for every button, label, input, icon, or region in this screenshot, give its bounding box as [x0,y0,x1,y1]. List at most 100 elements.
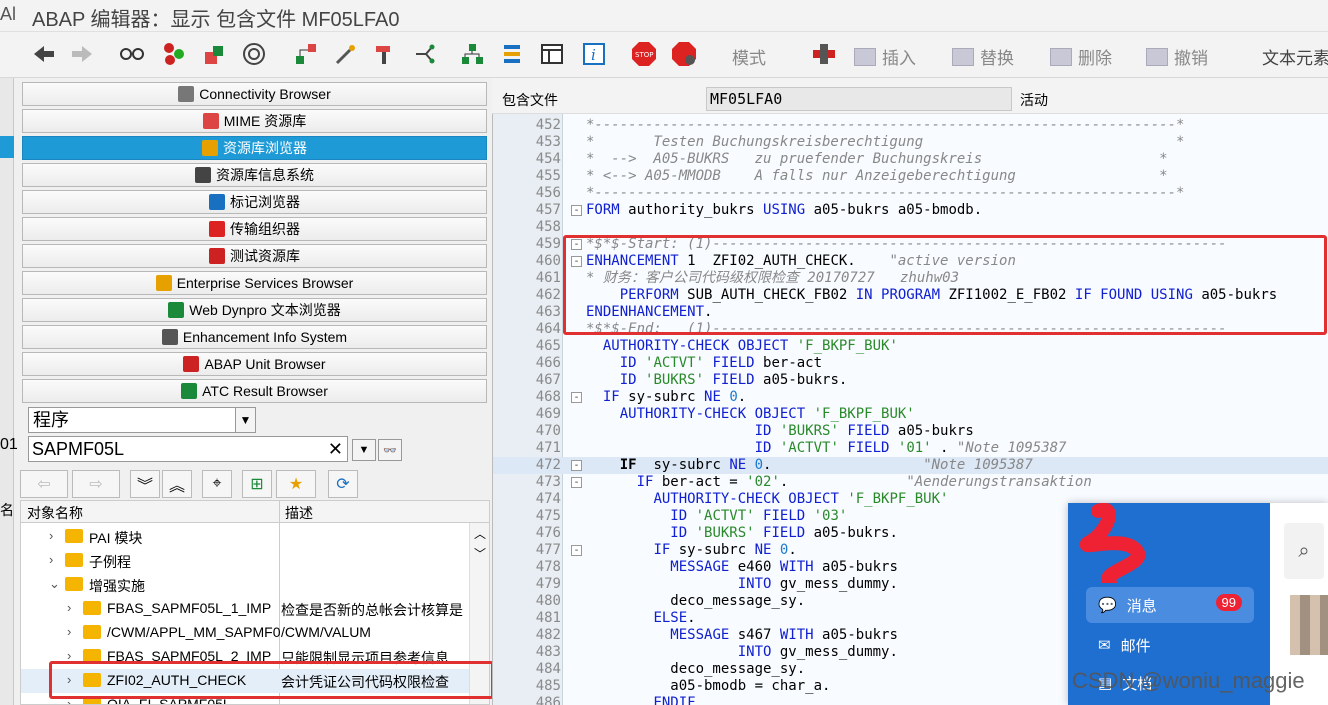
fold-toggle-icon[interactable]: - [571,205,582,216]
magic-wand-icon[interactable] [332,40,360,68]
mode-button[interactable]: 模式 [732,44,766,69]
code-line[interactable]: 465 AUTHORITY-CHECK OBJECT 'F_BKPF_BUK' [493,338,1328,355]
favorites-star-icon[interactable]: ★ [276,470,316,498]
fold-toggle-icon[interactable]: - [571,477,582,488]
glasses-search-icon[interactable]: 👓 [378,439,402,461]
browser-button[interactable]: ATC Result Browser [22,379,487,403]
chevron-down-icon[interactable]: ▼ [235,408,255,432]
stop-icon[interactable]: STOP [630,40,658,68]
tree-row[interactable]: ⌄ 增强实施 [21,573,471,597]
target-icon[interactable] [240,40,268,68]
code-line[interactable]: 466 ID 'ACTVT' FIELD ber-act [493,355,1328,372]
code-line[interactable]: 454 * --> A05-BUKRS zu pruefender Buchung… [493,151,1328,168]
transport-icon[interactable] [200,40,228,68]
tree-row[interactable]: › FBAS_SAPMF05L_1_IMP 检查是否新的总帐会计核算是 [21,597,471,621]
repository-icon [202,140,218,156]
chevron-right-icon[interactable]: › [49,528,53,543]
replace-button[interactable]: 替换 [952,44,1014,69]
dropdown-button[interactable]: ▼ [352,439,376,461]
code-line[interactable]: 472- IF sy-subrc NE 0. "Note 1095387 [493,457,1328,474]
chevron-down-icon[interactable]: ⌄ [49,576,60,592]
browser-button[interactable]: Connectivity Browser [22,82,487,106]
browser-button[interactable]: 资源库浏览器 [22,136,487,160]
binoculars-icon[interactable]: ⌖ [202,470,232,498]
insert-button[interactable]: 插入 [854,44,916,69]
chevron-right-icon[interactable]: › [67,624,71,639]
browser-button[interactable]: MIME 资源库 [22,109,487,133]
undo-button[interactable]: 撤销 [1146,44,1208,69]
code-token: sy-subrc [645,457,730,473]
code-token: ber-act = [661,474,747,490]
back-icon[interactable]: ⇦ [20,470,68,498]
browser-button[interactable]: 传输组织器 [22,217,487,241]
code-line[interactable]: 470 ID 'BUKRS' FIELD a05-bukrs [493,423,1328,440]
code-line[interactable]: 455 * <--> A05-MMODB A falls nur Anzeigeb… [493,168,1328,185]
hierarchy-small-icon[interactable]: ⊞ [242,470,272,498]
pattern-icon[interactable] [810,40,838,68]
hierarchy-icon[interactable] [292,40,320,68]
search-icon[interactable]: ⌕ [1284,523,1324,579]
collapse-all-icon[interactable]: ︽ [162,470,192,498]
where-used-icon[interactable] [410,40,438,68]
object-list-icon[interactable] [160,40,188,68]
highlight-box-enhancement [563,235,1327,335]
code-line[interactable]: 452 *------------------------------------… [493,117,1328,134]
back-arrow-icon[interactable] [30,40,58,68]
test-icon[interactable] [370,40,398,68]
code-token: authority_bukrs [628,202,764,218]
code-line[interactable]: 453 * Testen Buchungskreisberechtigung * [493,134,1328,151]
line-number: 467 [535,372,561,388]
refresh-icon[interactable]: ⟳ [328,470,358,498]
object-type-select[interactable]: 程序 ▼ [28,407,256,433]
chevron-right-icon[interactable]: › [67,600,71,615]
code-line[interactable]: 458 [493,219,1328,236]
code-line[interactable]: 469 AUTHORITY-CHECK OBJECT 'F_BKPF_BUK' [493,406,1328,423]
tree-row[interactable]: › 子例程 [21,549,471,573]
forward-icon[interactable]: ⇨ [72,470,120,498]
atc-icon [181,383,198,399]
browser-button[interactable]: ABAP Unit Browser [22,352,487,376]
stack-icon[interactable] [498,40,526,68]
code-line[interactable]: 468- IF sy-subrc NE 0. [493,389,1328,406]
delete-button[interactable]: 删除 [1050,44,1112,69]
tree-row[interactable]: › /CWM/APPL_MM_SAPMF0/CWM/VALUM [21,621,471,645]
stop-user-icon[interactable] [670,40,698,68]
browser-button[interactable]: 资源库信息系统 [22,163,487,187]
code-line[interactable]: 457- FORM authority_bukrs USING a05-bukrs… [493,202,1328,219]
browser-button[interactable]: 标记浏览器 [22,190,487,214]
insert-label: 插入 [882,49,916,68]
browser-button[interactable]: Enhancement Info System [22,325,487,349]
mail-item[interactable]: ✉ 邮件 [1086,627,1254,663]
browser-button[interactable]: Web Dynpro 文本浏览器 [22,298,487,322]
fold-toggle-icon[interactable]: - [571,392,582,403]
code-line[interactable]: 467 ID 'BUKRS' FIELD a05-bukrs. [493,372,1328,389]
info-icon[interactable]: i [580,40,608,68]
text-elements-button[interactable]: 文本元素 [1262,44,1328,69]
layout-icon[interactable] [538,40,566,68]
glasses-icon[interactable] [118,40,146,68]
code-token: FIELD [712,355,764,371]
code-line[interactable]: 456 *------------------------------------… [493,185,1328,202]
structure-icon[interactable] [458,40,486,68]
expand-all-icon[interactable]: ︾ [130,470,160,498]
tree-row[interactable]: › PAI 模块 [21,525,471,549]
forward-arrow-icon[interactable] [68,40,96,68]
messages-item[interactable]: 💬 消息 99 [1086,587,1254,623]
scroll-down-icon[interactable]: ﹀ [474,545,486,562]
clear-icon[interactable]: ✕ [328,437,343,461]
fold-toggle-icon[interactable]: - [571,460,582,471]
line-number: 456 [535,185,561,201]
object-name-input[interactable]: SAPMF05L ✕ [28,436,348,462]
browser-button[interactable]: 测试资源库 [22,244,487,268]
scroll-up-icon[interactable]: ︿ [474,525,486,542]
code-token: "Aenderungstransaktion [906,474,1092,490]
browser-button[interactable]: Enterprise Services Browser [22,271,487,295]
code-token: 'BUKRS' [645,372,713,388]
code-line[interactable]: 473- IF ber-act = '02'. "Aenderungstrans… [493,474,1328,491]
fold-toggle-icon[interactable]: - [571,545,582,556]
code-line[interactable]: 471 ID 'ACTVT' FIELD '01' . "Note 109538… [493,440,1328,457]
chevron-right-icon[interactable]: › [49,552,53,567]
